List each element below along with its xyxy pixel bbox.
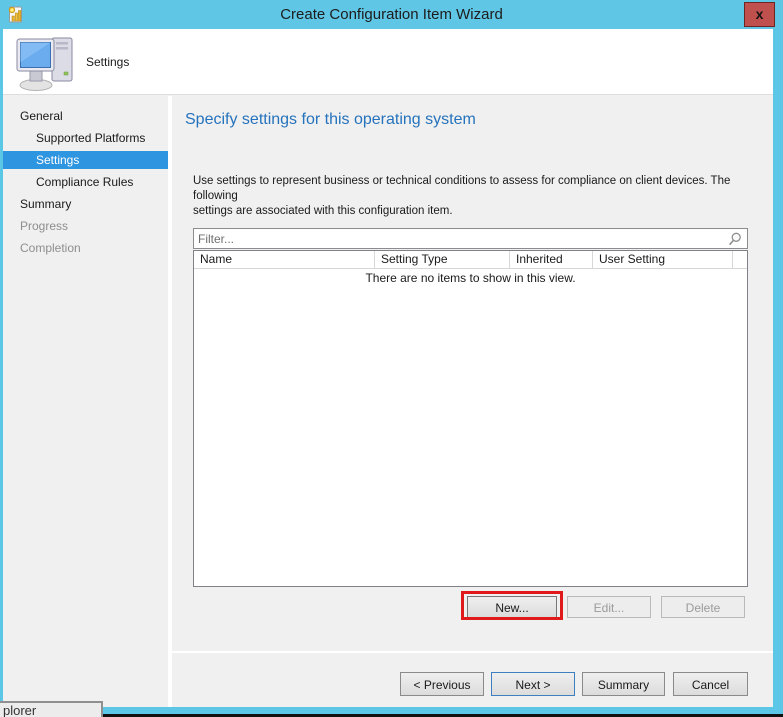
footer-separator: [172, 651, 773, 653]
filter-box: [193, 228, 748, 249]
delete-button[interactable]: Delete: [661, 596, 745, 618]
summary-button[interactable]: Summary: [582, 672, 665, 696]
previous-button[interactable]: < Previous: [400, 672, 484, 696]
column-header-filler: [733, 251, 747, 268]
nav-item-completion: Completion: [3, 239, 168, 257]
nav-item-progress: Progress: [3, 217, 168, 235]
page-title: Settings: [86, 55, 129, 69]
wizard-page-header: Settings: [3, 29, 773, 95]
nav-item-settings[interactable]: Settings: [3, 151, 168, 169]
cancel-button[interactable]: Cancel: [673, 672, 748, 696]
column-header-setting-type[interactable]: Setting Type: [375, 251, 510, 268]
titlebar: Create Configuration Item Wizard x: [0, 0, 783, 29]
computer-icon: [16, 34, 78, 92]
content-description: Use settings to represent business or te…: [193, 174, 753, 219]
wizard-window: Create Configuration Item Wizard x Setti…: [0, 0, 783, 717]
wizard-nav: General Supported Platforms Settings Com…: [3, 96, 168, 707]
nav-item-compliance-rules[interactable]: Compliance Rules: [3, 173, 168, 191]
column-header-name[interactable]: Name: [194, 251, 375, 268]
content-heading: Specify settings for this operating syst…: [185, 111, 476, 129]
search-icon: [728, 232, 742, 246]
settings-list-header: Name Setting Type Inherited User Setting: [194, 251, 747, 269]
nav-item-summary[interactable]: Summary: [3, 195, 168, 213]
taskbar-window-fragment[interactable]: plorer: [0, 701, 103, 717]
new-button[interactable]: New...: [467, 596, 557, 618]
nav-item-supported-platforms[interactable]: Supported Platforms: [3, 129, 168, 147]
empty-list-message: There are no items to show in this view.: [194, 271, 747, 285]
close-button[interactable]: x: [744, 2, 775, 27]
edit-button[interactable]: Edit...: [567, 596, 651, 618]
window-border-bottom: [0, 707, 783, 714]
window-title: Create Configuration Item Wizard: [0, 0, 783, 29]
sidebar-separator: [168, 96, 172, 707]
nav-item-general[interactable]: General: [3, 107, 168, 125]
window-border-right: [773, 29, 783, 714]
column-header-inherited[interactable]: Inherited: [510, 251, 593, 268]
settings-list[interactable]: Name Setting Type Inherited User Setting…: [193, 250, 748, 587]
next-button[interactable]: Next >: [491, 672, 575, 696]
column-header-user-setting[interactable]: User Setting: [593, 251, 733, 268]
filter-input[interactable]: [194, 229, 747, 248]
close-icon: x: [756, 6, 764, 22]
taskbar-window-fragment-label: plorer: [0, 703, 101, 717]
